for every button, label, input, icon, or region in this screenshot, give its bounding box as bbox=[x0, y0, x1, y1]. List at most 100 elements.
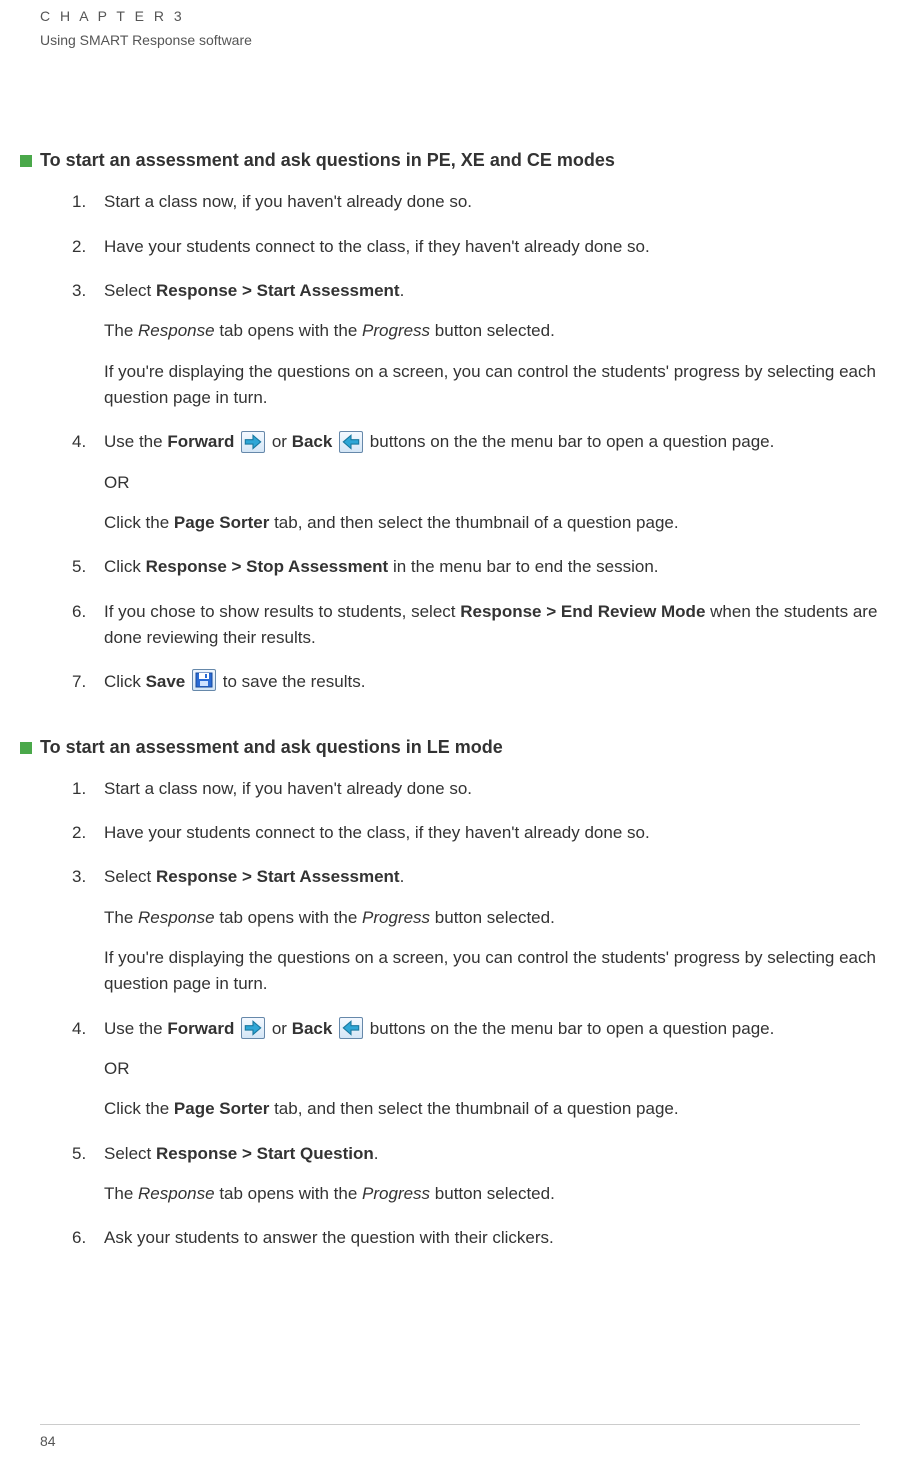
step-item: Use the Forward or Back buttons on the t… bbox=[72, 429, 901, 536]
chapter-label: C H A P T E R 3 bbox=[40, 6, 901, 28]
menu-path: Response > Stop Assessment bbox=[146, 557, 389, 576]
step-text: Start a class now, if you haven't alread… bbox=[104, 776, 901, 802]
text-fragment: button selected. bbox=[430, 321, 555, 340]
step-text: Have your students connect to the class,… bbox=[104, 820, 901, 846]
ui-term: Progress bbox=[362, 321, 430, 340]
section-heading-text: To start an assessment and ask questions… bbox=[40, 147, 615, 175]
section-heading-text: To start an assessment and ask questions… bbox=[40, 734, 503, 762]
step-text: Click Save to save the results. bbox=[104, 669, 901, 695]
back-arrow-icon bbox=[339, 431, 363, 453]
text-fragment: or bbox=[272, 1019, 292, 1038]
step-text: Click the Page Sorter tab, and then sele… bbox=[104, 1096, 901, 1122]
step-text: Select Response > Start Assessment. bbox=[104, 278, 901, 304]
step-text: The Response tab opens with the Progress… bbox=[104, 318, 901, 344]
text-fragment: . bbox=[400, 867, 405, 886]
step-text: OR bbox=[104, 1056, 901, 1082]
text-fragment: tab opens with the bbox=[215, 1184, 362, 1203]
running-header: C H A P T E R 3 Using SMART Response sof… bbox=[40, 6, 901, 51]
button-name: Save bbox=[146, 672, 186, 691]
section-pe-xe-ce: To start an assessment and ask questions… bbox=[40, 147, 901, 695]
text-fragment: The bbox=[104, 1184, 138, 1203]
page: C H A P T E R 3 Using SMART Response sof… bbox=[0, 0, 901, 1475]
ui-term: Progress bbox=[362, 1184, 430, 1203]
step-text: Select Response > Start Assessment. bbox=[104, 864, 901, 890]
step-item: Select Response > Start Question. The Re… bbox=[72, 1141, 901, 1208]
ui-term: Response bbox=[138, 1184, 215, 1203]
text-fragment: Click the bbox=[104, 513, 174, 532]
ui-term: Response bbox=[138, 908, 215, 927]
step-text: OR bbox=[104, 470, 901, 496]
step-text: The Response tab opens with the Progress… bbox=[104, 905, 901, 931]
step-text: Click Response > Stop Assessment in the … bbox=[104, 554, 901, 580]
text-fragment: buttons on the the menu bar to open a qu… bbox=[370, 1019, 775, 1038]
page-number: 84 bbox=[40, 1424, 860, 1453]
step-text: Click the Page Sorter tab, and then sele… bbox=[104, 510, 901, 536]
button-name: Back bbox=[292, 1019, 333, 1038]
step-item: Select Response > Start Assessment. The … bbox=[72, 278, 901, 411]
step-item: Click Save to save the results. bbox=[72, 669, 901, 695]
text-fragment: tab opens with the bbox=[215, 321, 362, 340]
square-bullet-icon bbox=[20, 155, 32, 167]
text-fragment: button selected. bbox=[430, 1184, 555, 1203]
back-arrow-icon bbox=[339, 1017, 363, 1039]
step-list: Start a class now, if you haven't alread… bbox=[72, 189, 901, 695]
step-text: If you chose to show results to students… bbox=[104, 599, 901, 652]
text-fragment: or bbox=[272, 432, 292, 451]
step-text: If you're displaying the questions on a … bbox=[104, 945, 901, 998]
section-heading: To start an assessment and ask questions… bbox=[40, 734, 901, 762]
section-heading: To start an assessment and ask questions… bbox=[40, 147, 901, 175]
square-bullet-icon bbox=[20, 742, 32, 754]
text-fragment: . bbox=[400, 281, 405, 300]
text-fragment: in the menu bar to end the session. bbox=[388, 557, 658, 576]
step-item: Select Response > Start Assessment. The … bbox=[72, 864, 901, 997]
step-list: Start a class now, if you haven't alread… bbox=[72, 776, 901, 1252]
text-fragment: If you chose to show results to students… bbox=[104, 602, 460, 621]
text-fragment: Select bbox=[104, 1144, 156, 1163]
button-name: Forward bbox=[167, 1019, 234, 1038]
text-fragment: buttons on the the menu bar to open a qu… bbox=[370, 432, 775, 451]
text-fragment: The bbox=[104, 321, 138, 340]
text-fragment: tab opens with the bbox=[215, 908, 362, 927]
text-fragment: Select bbox=[104, 867, 156, 886]
step-text: Have your students connect to the class,… bbox=[104, 234, 901, 260]
text-fragment: Click the bbox=[104, 1099, 174, 1118]
text-fragment: Use the bbox=[104, 432, 167, 451]
text-fragment: to save the results. bbox=[223, 672, 366, 691]
step-text: Start a class now, if you haven't alread… bbox=[104, 189, 901, 215]
text-fragment: The bbox=[104, 908, 138, 927]
step-item: Start a class now, if you haven't alread… bbox=[72, 776, 901, 802]
text-fragment: Use the bbox=[104, 1019, 167, 1038]
menu-path: Response > Start Assessment bbox=[156, 867, 400, 886]
ui-term: Page Sorter bbox=[174, 513, 269, 532]
step-item: Use the Forward or Back buttons on the t… bbox=[72, 1016, 901, 1123]
forward-arrow-icon bbox=[241, 431, 265, 453]
text-fragment: tab, and then select the thumbnail of a … bbox=[269, 513, 678, 532]
step-item: Start a class now, if you haven't alread… bbox=[72, 189, 901, 215]
section-le: To start an assessment and ask questions… bbox=[40, 734, 901, 1252]
step-item: Ask your students to answer the question… bbox=[72, 1225, 901, 1251]
text-fragment: . bbox=[374, 1144, 379, 1163]
step-text: If you're displaying the questions on a … bbox=[104, 359, 901, 412]
button-name: Back bbox=[292, 432, 333, 451]
step-item: If you chose to show results to students… bbox=[72, 599, 901, 652]
step-text: Select Response > Start Question. bbox=[104, 1141, 901, 1167]
step-text: The Response tab opens with the Progress… bbox=[104, 1181, 901, 1207]
text-fragment: tab, and then select the thumbnail of a … bbox=[269, 1099, 678, 1118]
menu-path: Response > Start Question bbox=[156, 1144, 374, 1163]
button-name: Forward bbox=[167, 432, 234, 451]
text-fragment: Select bbox=[104, 281, 156, 300]
forward-arrow-icon bbox=[241, 1017, 265, 1039]
menu-path: Response > Start Assessment bbox=[156, 281, 400, 300]
chapter-subtitle: Using SMART Response software bbox=[40, 30, 901, 52]
text-fragment: Click bbox=[104, 672, 146, 691]
ui-term: Progress bbox=[362, 908, 430, 927]
step-item: Click Response > Stop Assessment in the … bbox=[72, 554, 901, 580]
step-item: Have your students connect to the class,… bbox=[72, 820, 901, 846]
ui-term: Response bbox=[138, 321, 215, 340]
step-text: Ask your students to answer the question… bbox=[104, 1225, 901, 1251]
step-item: Have your students connect to the class,… bbox=[72, 234, 901, 260]
step-text: Use the Forward or Back buttons on the t… bbox=[104, 429, 901, 455]
ui-term: Page Sorter bbox=[174, 1099, 269, 1118]
text-fragment: Click bbox=[104, 557, 146, 576]
step-text: Use the Forward or Back buttons on the t… bbox=[104, 1016, 901, 1042]
